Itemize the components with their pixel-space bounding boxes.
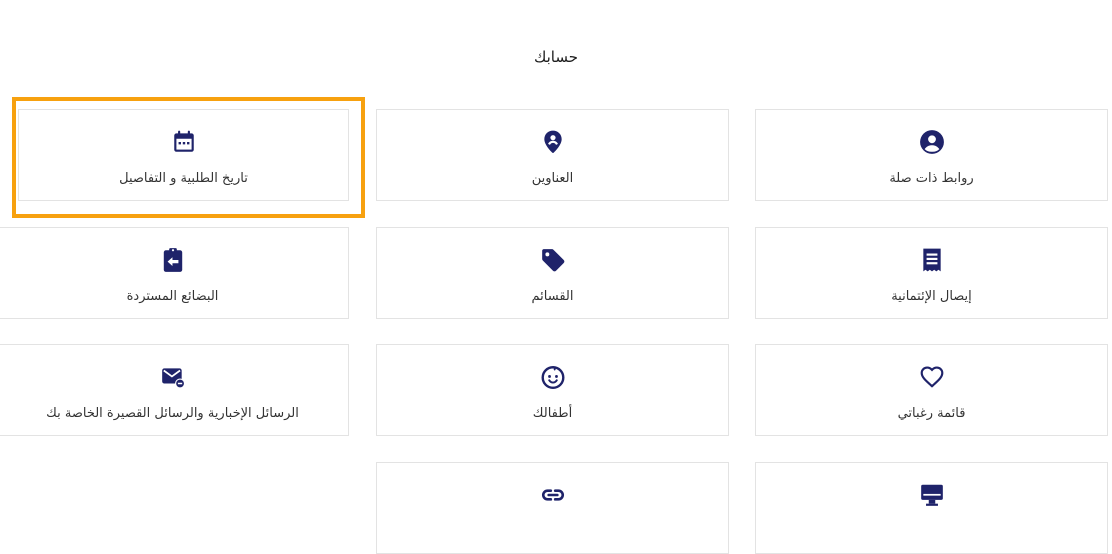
tile-order-history[interactable]: تاريخ الطلبية و التفاصيل	[18, 109, 349, 201]
tile-wishlist[interactable]: قائمة رغباتي	[755, 344, 1108, 436]
tile-label: روابط ذات صلة	[889, 171, 974, 186]
tile-label: إيصال الإئتمانية	[891, 289, 972, 304]
tile-label: البضائع المستردة	[126, 289, 219, 304]
clipboard-return-icon	[0, 245, 348, 275]
heart-icon	[756, 362, 1107, 392]
mail-minus-icon	[0, 362, 348, 392]
user-circle-icon	[756, 127, 1107, 157]
tile-coupons[interactable]: القسائم	[376, 227, 729, 319]
map-pin-icon	[377, 127, 728, 157]
tile-label: الرسائل الإخبارية والرسائل القصيرة الخاص…	[46, 406, 299, 421]
tile-label: أطفالك	[532, 406, 573, 421]
tile-label: تاريخ الطلبية و التفاصيل	[119, 171, 248, 186]
tile-related-links[interactable]: روابط ذات صلة	[755, 109, 1108, 201]
calendar-icon	[19, 127, 348, 157]
tile-credit-receipt[interactable]: إيصال الإئتمانية	[755, 227, 1108, 319]
tile-link[interactable]	[376, 462, 729, 554]
tile-addresses[interactable]: العناوين	[376, 109, 729, 201]
tag-icon	[377, 245, 728, 275]
tile-label: قائمة رغباتي	[897, 406, 966, 421]
tile-monitor[interactable]	[755, 462, 1108, 554]
tile-label: القسائم	[531, 289, 574, 304]
receipt-icon	[756, 245, 1107, 275]
page-title: حسابك	[533, 48, 579, 66]
tile-newsletters-sms[interactable]: الرسائل الإخبارية والرسائل القصيرة الخاص…	[0, 344, 349, 436]
baby-face-icon	[377, 362, 728, 392]
tile-label: العناوين	[531, 171, 574, 186]
tile-children[interactable]: أطفالك	[376, 344, 729, 436]
tile-returned-goods[interactable]: البضائع المستردة	[0, 227, 349, 319]
